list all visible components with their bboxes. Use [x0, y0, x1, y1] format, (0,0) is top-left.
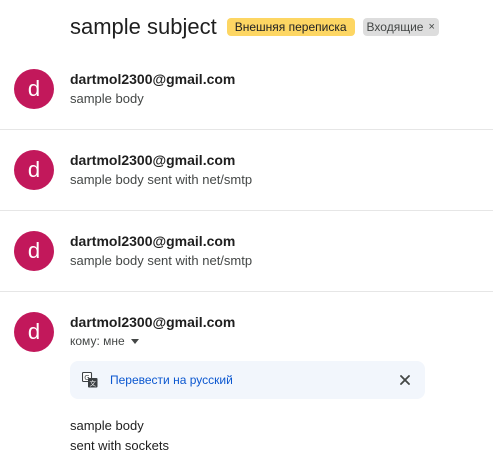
- avatar[interactable]: d: [14, 312, 54, 352]
- message-body-line: sample body: [70, 418, 144, 433]
- avatar[interactable]: d: [14, 69, 54, 109]
- avatar[interactable]: d: [14, 231, 54, 271]
- translate-icon: G 文: [82, 372, 98, 388]
- recipient-line[interactable]: кому: мне: [70, 334, 139, 348]
- sender-email: dartmol2300@gmail.com: [70, 233, 236, 249]
- close-icon[interactable]: [399, 374, 411, 386]
- message-divider: [0, 291, 493, 292]
- recipient-details-dropdown-icon[interactable]: [130, 338, 139, 344]
- sender-email: dartmol2300@gmail.com: [70, 71, 236, 87]
- message-snippet: sample body: [70, 91, 144, 106]
- message-body-line: sent with sockets: [70, 438, 169, 453]
- translate-bar: G 文 Перевести на русский: [70, 361, 425, 399]
- recipient-text: кому: мне: [70, 334, 125, 348]
- message-snippet: sample body sent with net/smtp: [70, 253, 253, 268]
- email-thread-view: sample subject Внешняя переписка Входящи…: [0, 0, 493, 475]
- svg-text:文: 文: [90, 379, 97, 388]
- message-snippet: sample body sent with net/smtp: [70, 172, 253, 187]
- collapsed-message[interactable]: d dartmol2300@gmail.com sample body sent…: [0, 130, 493, 210]
- avatar[interactable]: d: [14, 150, 54, 190]
- sender-email: dartmol2300@gmail.com: [70, 314, 236, 330]
- collapsed-message[interactable]: d dartmol2300@gmail.com sample body: [0, 0, 493, 130]
- translate-link[interactable]: Перевести на русский: [110, 373, 233, 387]
- collapsed-message[interactable]: d dartmol2300@gmail.com sample body sent…: [0, 211, 493, 291]
- sender-email: dartmol2300@gmail.com: [70, 152, 236, 168]
